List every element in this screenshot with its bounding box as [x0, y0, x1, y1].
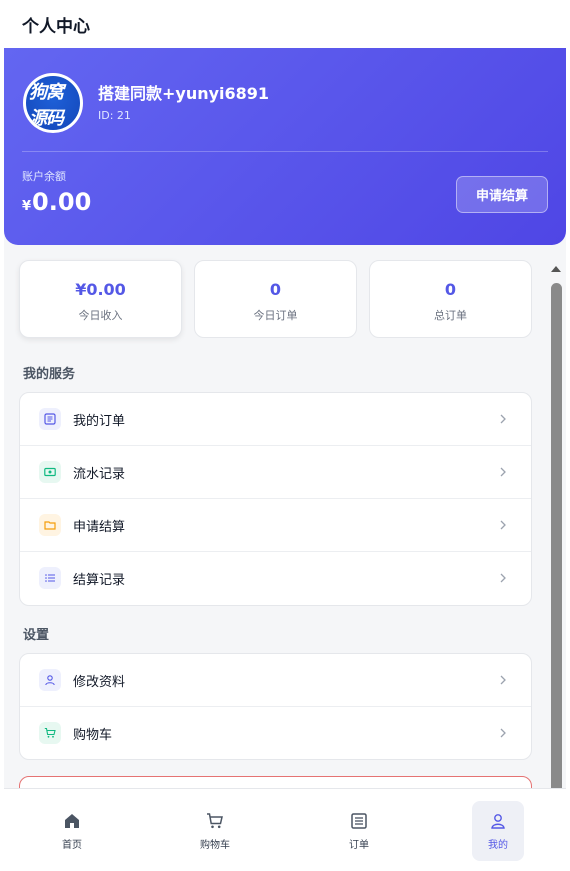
nav-cart[interactable]: 购物车 — [189, 801, 241, 861]
stat-label: 总订单 — [434, 309, 467, 322]
order-list-icon — [39, 408, 61, 430]
chevron-right-icon — [500, 520, 506, 530]
stat-today-orders[interactable]: 0 今日订单 — [194, 260, 357, 338]
divider — [22, 151, 548, 152]
menu-item-label: 流水记录 — [73, 466, 126, 482]
chevron-right-icon — [500, 573, 506, 583]
bottom-nav: 首页 购物车 订单 我的 — [4, 788, 566, 871]
user-name: 搭建同款+yunyi6891 — [98, 84, 270, 103]
menu-item-settlement-records[interactable]: 结算记录 — [20, 552, 531, 605]
menu-item-edit-profile[interactable]: 修改资料 — [20, 654, 531, 707]
money-icon — [39, 461, 61, 483]
menu-item-apply-settlement[interactable]: 申请结算 — [20, 499, 531, 552]
menu-item-label: 修改资料 — [73, 674, 126, 690]
menu-item-my-orders[interactable]: 我的订单 — [20, 393, 531, 446]
user-id: ID: 21 — [98, 109, 131, 122]
chevron-right-icon — [500, 467, 506, 477]
chevron-right-icon — [500, 414, 506, 424]
stat-label: 今日收入 — [78, 309, 123, 322]
order-icon — [349, 811, 369, 831]
nav-orders[interactable]: 订单 — [333, 801, 385, 861]
list-icon — [39, 567, 61, 589]
menu-item-label: 我的订单 — [73, 413, 126, 429]
chevron-right-icon — [500, 728, 506, 738]
nav-label: 首页 — [62, 840, 82, 851]
stat-value: 0 — [269, 280, 282, 299]
settings-section-title: 设置 — [23, 628, 50, 643]
balance-value: ¥ 0.00 — [22, 188, 91, 216]
menu-item-label: 结算记录 — [73, 573, 126, 588]
menu-item-label: 申请结算 — [73, 519, 126, 535]
services-card: 我的订单 流水记录 申请结算 结算记录 — [19, 392, 532, 606]
balance-amount: 0.00 — [32, 188, 92, 216]
nav-label: 订单 — [349, 840, 369, 851]
menu-item-label: 购物车 — [73, 728, 113, 743]
services-section-title: 我的服务 — [23, 367, 76, 382]
stat-today-income[interactable]: ¥0.00 今日收入 — [19, 260, 182, 338]
cart-icon — [205, 811, 225, 831]
balance-label: 账户余额 — [22, 170, 66, 183]
apply-settlement-button[interactable]: 申请结算 — [456, 176, 548, 213]
avatar-text-line1: 狗窝 — [29, 82, 64, 103]
avatar-text-line2: 源码 — [29, 108, 64, 129]
stat-value: ¥0.00 — [75, 280, 126, 299]
nav-mine[interactable]: 我的 — [472, 801, 524, 861]
menu-item-cart[interactable]: 购物车 — [20, 707, 531, 759]
profile-card: 狗窝 源码 搭建同款+yunyi6891 ID: 21 账户余额 ¥ 0.00 … — [4, 48, 566, 245]
top-bar: 个人中心 — [4, 0, 566, 48]
user-icon — [39, 669, 61, 691]
user-icon — [488, 811, 508, 831]
wallet-icon — [39, 514, 61, 536]
stat-total-orders[interactable]: 0 总订单 — [369, 260, 532, 338]
nav-home[interactable]: 首页 — [46, 801, 98, 861]
nav-label: 我的 — [488, 840, 508, 851]
nav-label: 购物车 — [200, 840, 230, 851]
cart-icon — [39, 722, 61, 744]
chevron-right-icon — [500, 675, 506, 685]
home-icon — [62, 811, 82, 831]
stat-label: 今日订单 — [253, 309, 298, 322]
page-title: 个人中心 — [22, 16, 90, 37]
avatar[interactable]: 狗窝 源码 — [23, 73, 83, 133]
currency-symbol: ¥ — [22, 199, 32, 214]
stat-value: 0 — [444, 280, 457, 299]
settings-card: 修改资料 购物车 — [19, 653, 532, 760]
scroll-up-arrow-icon[interactable] — [551, 266, 561, 272]
stats-row: ¥0.00 今日收入 0 今日订单 0 总订单 — [19, 260, 532, 338]
personal-center-page: 个人中心 狗窝 源码 搭建同款+yunyi6891 ID: 21 账户余额 ¥ … — [4, 0, 566, 871]
menu-item-transactions[interactable]: 流水记录 — [20, 446, 531, 499]
scrollbar-thumb[interactable] — [551, 283, 562, 793]
